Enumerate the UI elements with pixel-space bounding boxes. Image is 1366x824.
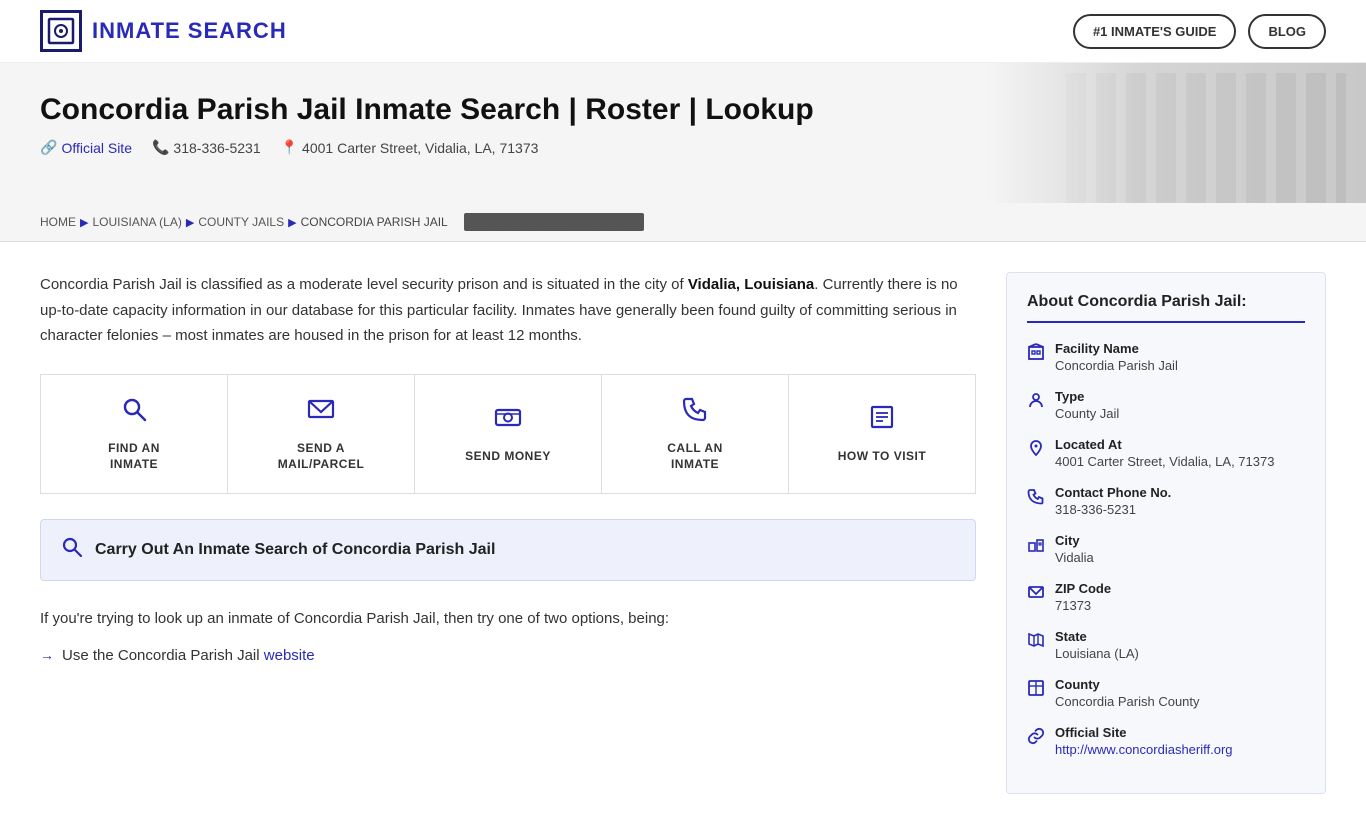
info-city: City Vidalia	[1027, 533, 1305, 565]
info-facility-name: Facility Name Concordia Parish Jail	[1027, 341, 1305, 373]
action-cards: FIND ANINMATE SEND AMAIL/PARCEL	[40, 374, 976, 495]
search-box-text: Carry Out An Inmate Search of Concordia …	[95, 541, 495, 559]
logo-icon	[40, 10, 82, 52]
card-send-mail[interactable]: SEND AMAIL/PARCEL	[228, 375, 415, 494]
sep1: ▶	[80, 216, 88, 229]
hero-gradient	[986, 63, 1366, 203]
info-type: Type County Jail	[1027, 389, 1305, 421]
call-inmate-label: CALL ANINMATE	[667, 440, 723, 474]
desc-bold: Vidalia, Louisiana	[688, 276, 814, 293]
sidebar-card: About Concordia Parish Jail: Facility Na…	[1006, 272, 1326, 794]
address-info: 📍 4001 Carter Street, Vidalia, LA, 71373	[281, 139, 539, 156]
breadcrumb-current: CONCORDIA PARISH JAIL	[301, 215, 448, 229]
card-find-inmate[interactable]: FIND ANINMATE	[41, 375, 228, 494]
sidebar-heading: About Concordia Parish Jail:	[1027, 293, 1305, 323]
last-updated-badge: LAST UPDATED AUG. 10, 2022	[464, 213, 644, 231]
lookup-intro: If you're trying to look up an inmate of…	[40, 606, 976, 632]
zip-label: ZIP Code	[1055, 581, 1111, 596]
lookup-list: → Use the Concordia Parish Jail website	[40, 647, 976, 664]
send-money-icon	[494, 403, 522, 438]
content-left: Concordia Parish Jail is classified as a…	[40, 272, 976, 794]
location-pin-icon	[1027, 439, 1045, 462]
info-state: State Louisiana (LA)	[1027, 629, 1305, 661]
logo-area[interactable]: INMATE SEARCH	[40, 10, 287, 52]
call-inmate-icon	[681, 395, 709, 430]
official-site-url[interactable]: http://www.concordiasheriff.org	[1055, 742, 1233, 757]
breadcrumb-county-jails[interactable]: COUNTY JAILS	[198, 215, 284, 229]
send-mail-label: SEND AMAIL/PARCEL	[278, 440, 365, 474]
info-phone: Contact Phone No. 318-336-5231	[1027, 485, 1305, 517]
how-to-visit-label: HOW TO VISIT	[838, 448, 926, 465]
content-right: About Concordia Parish Jail: Facility Na…	[1006, 272, 1326, 794]
facility-name-label: Facility Name	[1055, 341, 1178, 356]
type-value: County Jail	[1055, 406, 1119, 421]
card-how-to-visit[interactable]: HOW TO VISIT	[789, 375, 975, 494]
sep2: ▶	[186, 216, 194, 229]
description: Concordia Parish Jail is classified as a…	[40, 272, 976, 349]
county-value: Concordia Parish County	[1055, 694, 1200, 709]
blog-button[interactable]: BLOG	[1248, 14, 1326, 49]
card-call-inmate[interactable]: CALL ANINMATE	[602, 375, 789, 494]
located-at-value: 4001 Carter Street, Vidalia, LA, 71373	[1055, 454, 1274, 469]
info-county: County Concordia Parish County	[1027, 677, 1305, 709]
header-buttons: #1 INMATE'S GUIDE BLOG	[1073, 14, 1326, 49]
city-value: Vidalia	[1055, 550, 1094, 565]
link-icon	[1027, 727, 1045, 750]
state-value: Louisiana (LA)	[1055, 646, 1139, 661]
how-to-visit-icon	[868, 403, 896, 438]
find-inmate-icon	[120, 395, 148, 430]
lookup-item-1: → Use the Concordia Parish Jail website	[40, 647, 976, 664]
site-title: INMATE SEARCH	[92, 18, 287, 44]
hero-meta: 🔗 Official Site 📞 318-336-5231 📍 4001 Ca…	[40, 139, 1326, 156]
search-box-icon	[61, 536, 83, 564]
info-zip: ZIP Code 71373	[1027, 581, 1305, 613]
breadcrumb-louisiana[interactable]: LOUISIANA (LA)	[92, 215, 181, 229]
city-label: City	[1055, 533, 1094, 548]
phone-info: 📞 318-336-5231	[152, 139, 261, 156]
phone-value: 318-336-5231	[1055, 502, 1171, 517]
hero-section: Concordia Parish Jail Inmate Search | Ro…	[0, 63, 1366, 203]
state-label: State	[1055, 629, 1139, 644]
type-label: Type	[1055, 389, 1119, 404]
located-at-label: Located At	[1055, 437, 1274, 452]
page-title: Concordia Parish Jail Inmate Search | Ro…	[40, 93, 1326, 127]
county-icon	[1027, 679, 1045, 702]
desc-text1: Concordia Parish Jail is classified as a…	[40, 276, 688, 293]
type-icon	[1027, 391, 1045, 414]
sep3: ▶	[288, 216, 296, 229]
lookup-website-link[interactable]: website	[264, 647, 315, 664]
info-official-site: Official Site http://www.concordiasherif…	[1027, 725, 1305, 757]
search-box[interactable]: Carry Out An Inmate Search of Concordia …	[40, 519, 976, 581]
county-label: County	[1055, 677, 1200, 692]
arrow-icon-1: →	[40, 647, 54, 663]
send-money-label: SEND MONEY	[465, 448, 551, 465]
find-inmate-label: FIND ANINMATE	[108, 440, 160, 474]
main-content: Concordia Parish Jail is classified as a…	[0, 242, 1366, 824]
lookup-item-1-text: Use the Concordia Parish Jail website	[62, 647, 315, 664]
facility-name-value: Concordia Parish Jail	[1055, 358, 1178, 373]
info-located-at: Located At 4001 Carter Street, Vidalia, …	[1027, 437, 1305, 469]
mail-icon	[1027, 583, 1045, 606]
building-icon	[1027, 343, 1045, 366]
official-site-link[interactable]: 🔗 Official Site	[40, 139, 132, 156]
zip-value: 71373	[1055, 598, 1111, 613]
phone-icon	[1027, 487, 1045, 510]
city-icon	[1027, 535, 1045, 558]
official-site-value: http://www.concordiasheriff.org	[1055, 742, 1233, 757]
official-site-label: Official Site	[1055, 725, 1233, 740]
send-mail-icon	[307, 395, 335, 430]
phone-label: Contact Phone No.	[1055, 485, 1171, 500]
guide-button[interactable]: #1 INMATE'S GUIDE	[1073, 14, 1236, 49]
card-send-money[interactable]: SEND MONEY	[415, 375, 602, 494]
map-icon	[1027, 631, 1045, 654]
breadcrumb: HOME ▶ LOUISIANA (LA) ▶ COUNTY JAILS ▶ C…	[0, 203, 1366, 242]
breadcrumb-home[interactable]: HOME	[40, 215, 76, 229]
